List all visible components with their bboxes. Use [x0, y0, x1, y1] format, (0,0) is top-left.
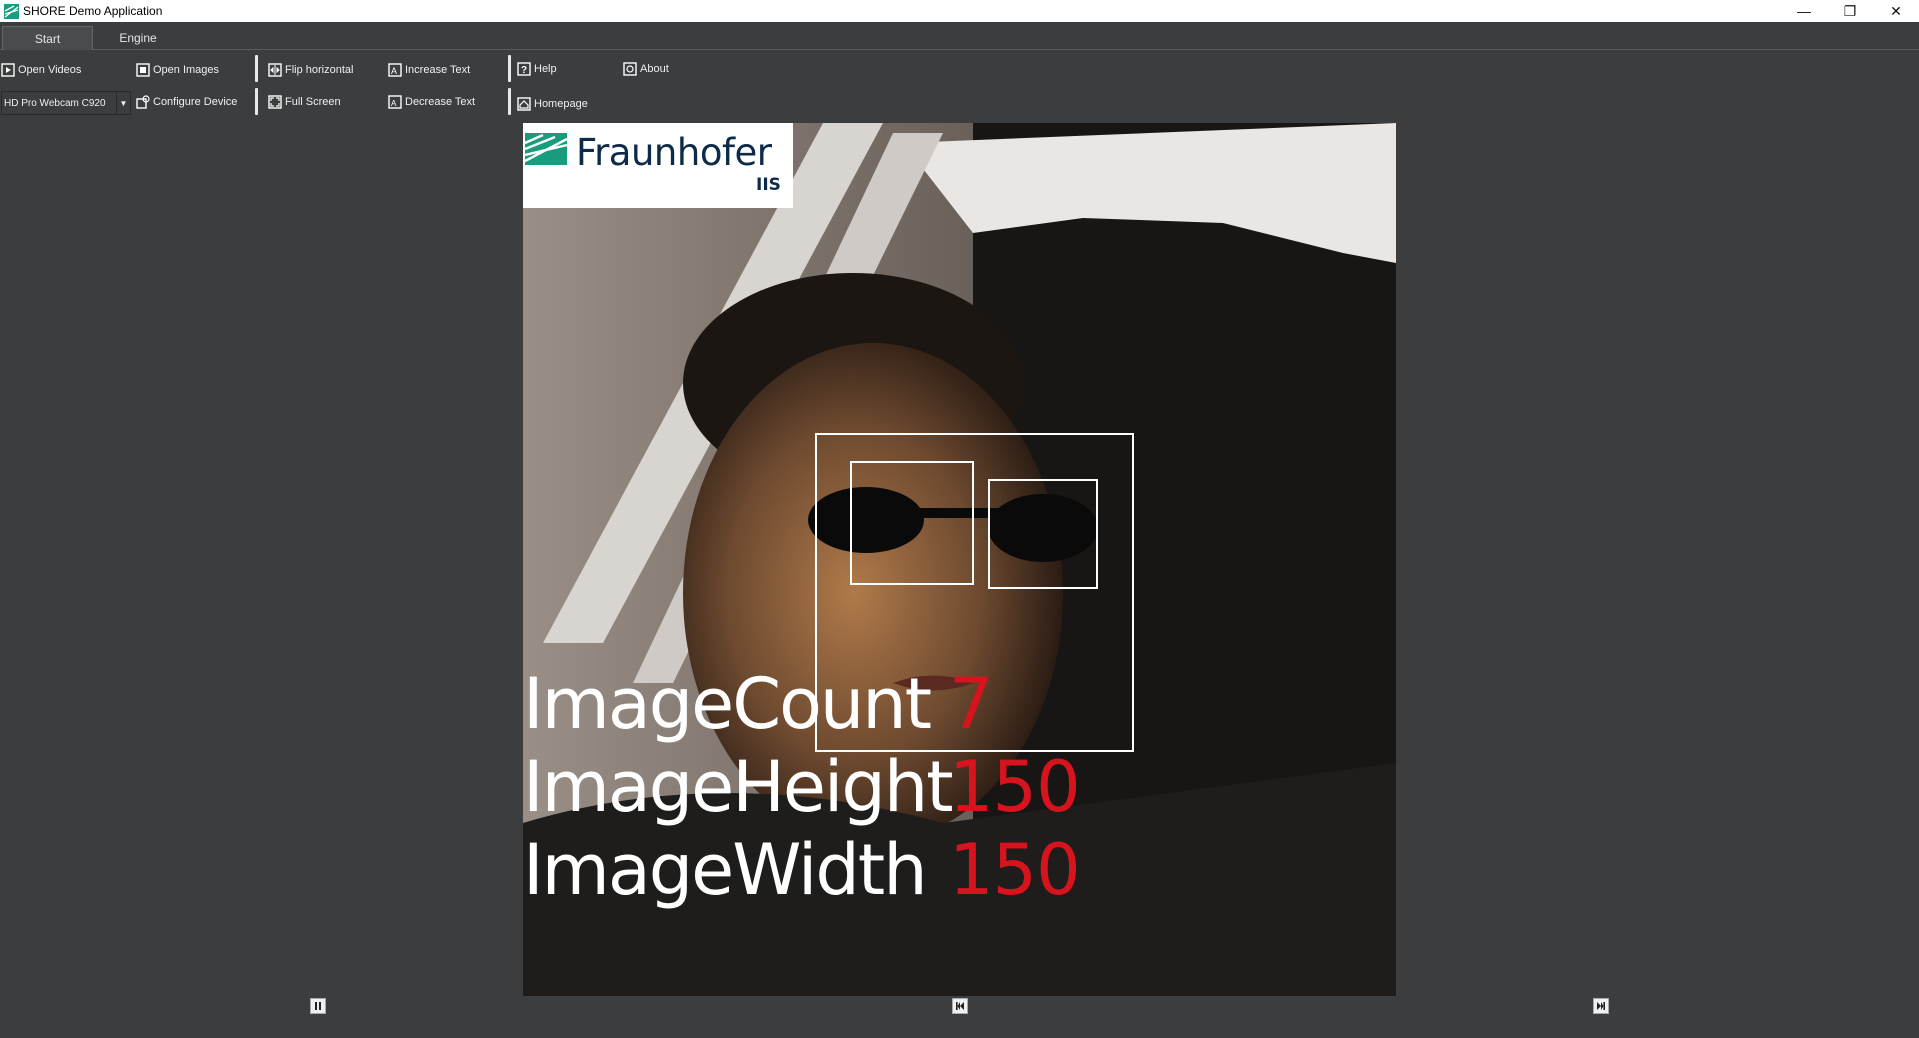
- image-height-value: 150: [949, 746, 1081, 828]
- home-icon: [517, 97, 531, 111]
- decrease-text-button[interactable]: A Decrease Text: [388, 93, 475, 111]
- window-title: SHORE Demo Application: [23, 4, 163, 18]
- about-icon: [623, 62, 637, 76]
- configure-device-label: Configure Device: [153, 96, 238, 108]
- fraunhofer-logo-text: Fraunhofer: [576, 131, 772, 174]
- right-eye-detection-box: [988, 479, 1098, 589]
- pause-button[interactable]: [310, 998, 326, 1014]
- full-screen-button[interactable]: Full Screen: [268, 93, 341, 111]
- configure-device-button[interactable]: Configure Device: [136, 93, 237, 111]
- skip-forward-icon: [1597, 1002, 1605, 1010]
- close-button[interactable]: ✕: [1873, 0, 1919, 22]
- increase-text-icon: A: [388, 63, 402, 77]
- image-width-value: 150: [949, 829, 1081, 911]
- flip-horizontal-label: Flip horizontal: [285, 64, 354, 76]
- image-count-label: ImageCount: [523, 663, 932, 745]
- minimize-button[interactable]: —: [1781, 0, 1827, 22]
- full-screen-label: Full Screen: [285, 96, 341, 108]
- ribbon-separator: [508, 88, 511, 115]
- pause-icon: [315, 1002, 321, 1010]
- full-screen-icon: [268, 95, 282, 109]
- increase-text-label: Increase Text: [405, 64, 471, 76]
- ribbon-separator: [255, 55, 258, 82]
- chevron-down-icon[interactable]: ▼: [116, 92, 130, 114]
- svg-text:?: ?: [521, 65, 527, 76]
- image-icon: [136, 63, 150, 77]
- image-viewer[interactable]: Fraunhofer IIS ImageCount 7 ImageHeight …: [523, 123, 1396, 996]
- tab-engine[interactable]: Engine: [100, 26, 176, 50]
- next-button[interactable]: [1593, 998, 1609, 1014]
- image-width-label: ImageWidth: [523, 829, 928, 911]
- flip-horizontal-button[interactable]: Flip horizontal: [268, 61, 353, 79]
- device-select[interactable]: HD Pro Webcam C920 ▼: [1, 91, 131, 115]
- app-icon: [4, 3, 19, 19]
- fraunhofer-logo-subtext: IIS: [756, 175, 781, 195]
- ribbon-separator: [508, 55, 511, 82]
- help-icon: ?: [517, 62, 531, 76]
- flip-icon: [268, 63, 282, 77]
- increase-text-button[interactable]: A Increase Text: [388, 61, 470, 79]
- restore-button[interactable]: ❐: [1827, 0, 1873, 22]
- about-label: About: [640, 63, 669, 75]
- help-label: Help: [534, 63, 557, 75]
- fraunhofer-logo-mark: [525, 133, 567, 165]
- open-images-button[interactable]: Open Images: [136, 61, 219, 79]
- configure-device-icon: [136, 95, 150, 109]
- tab-start[interactable]: Start: [2, 26, 93, 50]
- svg-text:A: A: [391, 66, 397, 76]
- image-count-value: 7: [949, 663, 994, 745]
- left-eye-detection-box: [850, 461, 974, 585]
- video-icon: [1, 63, 15, 77]
- title-bar: SHORE Demo Application — ❐ ✕: [0, 0, 1919, 22]
- about-button[interactable]: About: [623, 60, 669, 78]
- ribbon-tabs: Start Engine: [0, 22, 1919, 50]
- open-videos-label: Open Videos: [18, 64, 82, 76]
- open-videos-button[interactable]: Open Videos: [1, 61, 81, 79]
- ribbon-separator: [255, 88, 258, 115]
- open-images-label: Open Images: [153, 64, 220, 76]
- svg-text:A: A: [391, 99, 397, 108]
- skip-back-icon: [956, 1002, 964, 1010]
- homepage-label: Homepage: [534, 98, 588, 110]
- help-button[interactable]: ? Help: [517, 60, 557, 78]
- decrease-text-label: Decrease Text: [405, 96, 476, 108]
- decrease-text-icon: A: [388, 95, 402, 109]
- fraunhofer-logo: Fraunhofer IIS: [523, 123, 793, 208]
- homepage-button[interactable]: Homepage: [517, 95, 588, 113]
- previous-button[interactable]: [952, 998, 968, 1014]
- device-select-value: HD Pro Webcam C920: [4, 97, 106, 109]
- image-height-label: ImageHeight: [523, 746, 954, 828]
